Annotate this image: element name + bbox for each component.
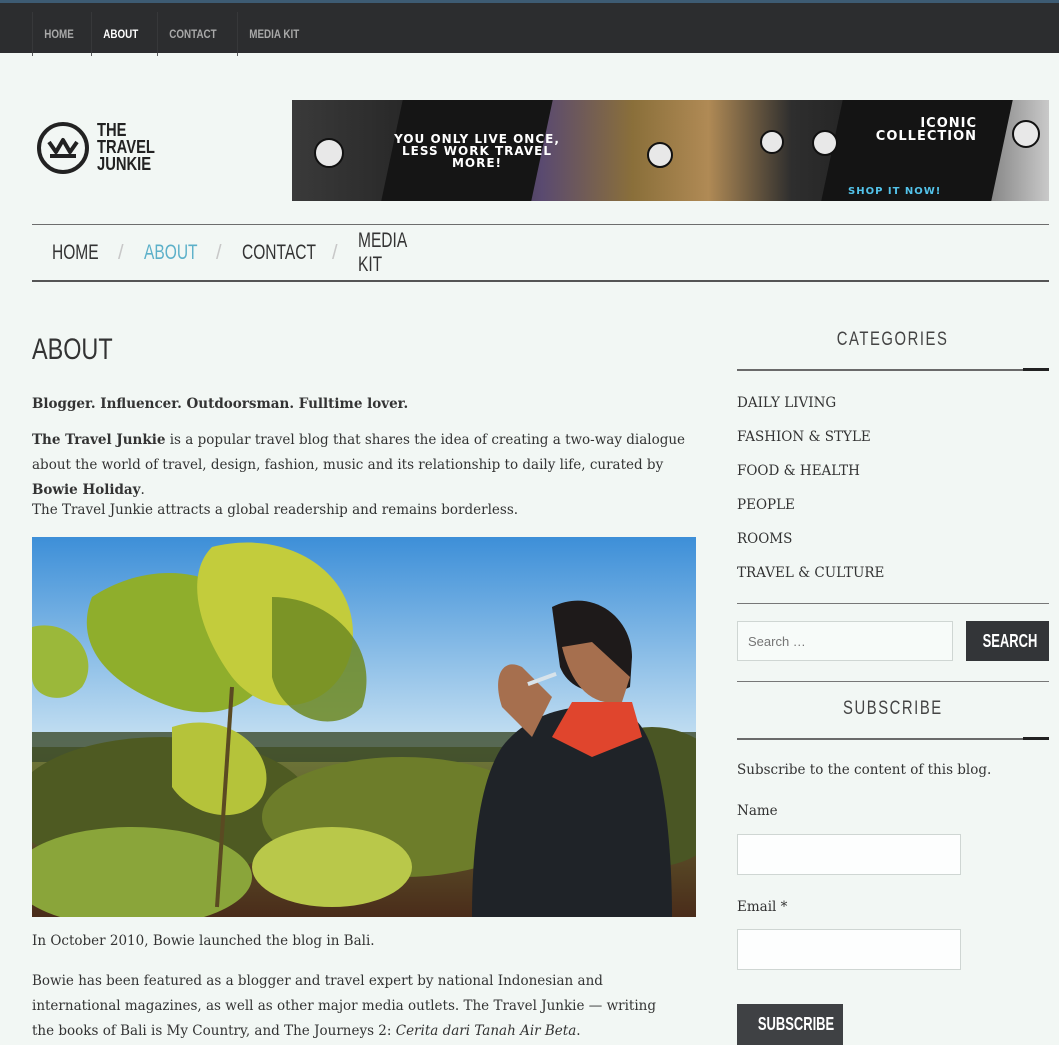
subscribe-title: SUBSCRIBE [737,698,1049,720]
top-nav-contact[interactable]: CONTACT [156,12,228,56]
main-nav-about[interactable]: ABOUT [144,241,198,265]
subscribe-button-label: SUBSCRIBE [757,1014,835,1034]
banner-cta[interactable]: SHOP IT NOW! [848,186,941,197]
hero-photo [32,537,696,917]
email-label: Email * [737,899,788,915]
vineyard-photo-image [32,537,696,917]
banner-tagline-right: ICONIC COLLECTION [875,116,977,144]
readership-paragraph: The Travel Junkie attracts a global read… [32,502,519,518]
top-nav-home[interactable]: HOME [32,12,85,56]
name-label: Name [737,803,778,819]
main-nav: HOME / ABOUT / CONTACT / MEDIA KIT [32,224,1049,282]
category-rooms[interactable]: ROOMS [737,522,884,556]
banner-tagline-left: YOU ONLY LIVE ONCE, LESS WORK TRAVEL MOR… [394,132,560,170]
page-title: ABOUT [32,333,113,366]
banner-badge-icon [647,142,673,168]
email-field[interactable] [737,929,961,970]
banner-badge-icon [760,130,784,154]
subscribe-title-text: SUBSCRIBE [843,698,943,719]
nav-separator: / [216,241,222,264]
crown-logo-icon [37,122,89,174]
main-nav-media-kit[interactable]: MEDIA KIT [358,229,432,277]
category-travel-culture[interactable]: TRAVEL & CULTURE [737,556,884,590]
nav-separator: / [332,241,338,264]
logo-line-3: JUNKIE [97,154,152,174]
intro-paragraph-end: . [140,482,145,498]
logo-text: THE TRAVEL JUNKIE [97,121,171,174]
photo-caption: In October 2010, Bowie launched the blog… [32,933,375,949]
category-list: DAILY LIVING FASHION & STYLE FOOD & HEAL… [737,386,884,590]
intro-paragraph: The Travel Junkie is a popular travel bl… [32,428,702,503]
subscribe-button[interactable]: SUBSCRIBE [737,1004,843,1045]
press-paragraph-end: . [576,1023,581,1039]
divider [737,368,1049,371]
top-nav: HOME ABOUT CONTACT MEDIA KIT [32,12,321,56]
site-logo[interactable]: THE TRAVEL JUNKIE [35,120,185,184]
name-field[interactable] [737,834,961,875]
banner-ad[interactable]: YOU ONLY LIVE ONCE, LESS WORK TRAVEL MOR… [292,100,1049,201]
search-button[interactable]: SEARCH [966,621,1049,661]
curator-name: Bowie Holiday [32,482,141,498]
category-people[interactable]: PEOPLE [737,488,884,522]
book-title: Cerita dari Tanah Air Beta [395,1023,577,1039]
intro-text: Blogger. Influencer. Outdoorsman. Fullti… [32,396,409,412]
categories-title: CATEGORIES [737,329,1049,351]
main-nav-contact[interactable]: CONTACT [242,241,316,265]
divider [737,737,1049,740]
main-nav-home[interactable]: HOME [52,241,101,265]
banner-badge-icon [314,138,344,168]
divider [737,603,1049,604]
categories-title-text: CATEGORIES [837,329,949,350]
divider [737,681,1049,682]
top-nav-about[interactable]: ABOUT [91,12,150,56]
nav-separator: / [118,241,124,264]
banner-badge-icon [1012,120,1040,148]
search-input[interactable] [737,621,953,661]
blog-name: The Travel Junkie [32,432,166,448]
category-fashion-style[interactable]: FASHION & STYLE [737,420,884,454]
category-daily-living[interactable]: DAILY LIVING [737,386,884,420]
press-paragraph: Bowie has been featured as a blogger and… [32,969,682,1044]
top-nav-media-kit[interactable]: MEDIA KIT [237,12,311,56]
banner-badge-icon [812,130,838,156]
search-button-label: SEARCH [982,630,1038,651]
top-bar: HOME ABOUT CONTACT MEDIA KIT [0,0,1059,56]
category-food-health[interactable]: FOOD & HEALTH [737,454,884,488]
subscribe-description: Subscribe to the content of this blog. [737,762,992,778]
